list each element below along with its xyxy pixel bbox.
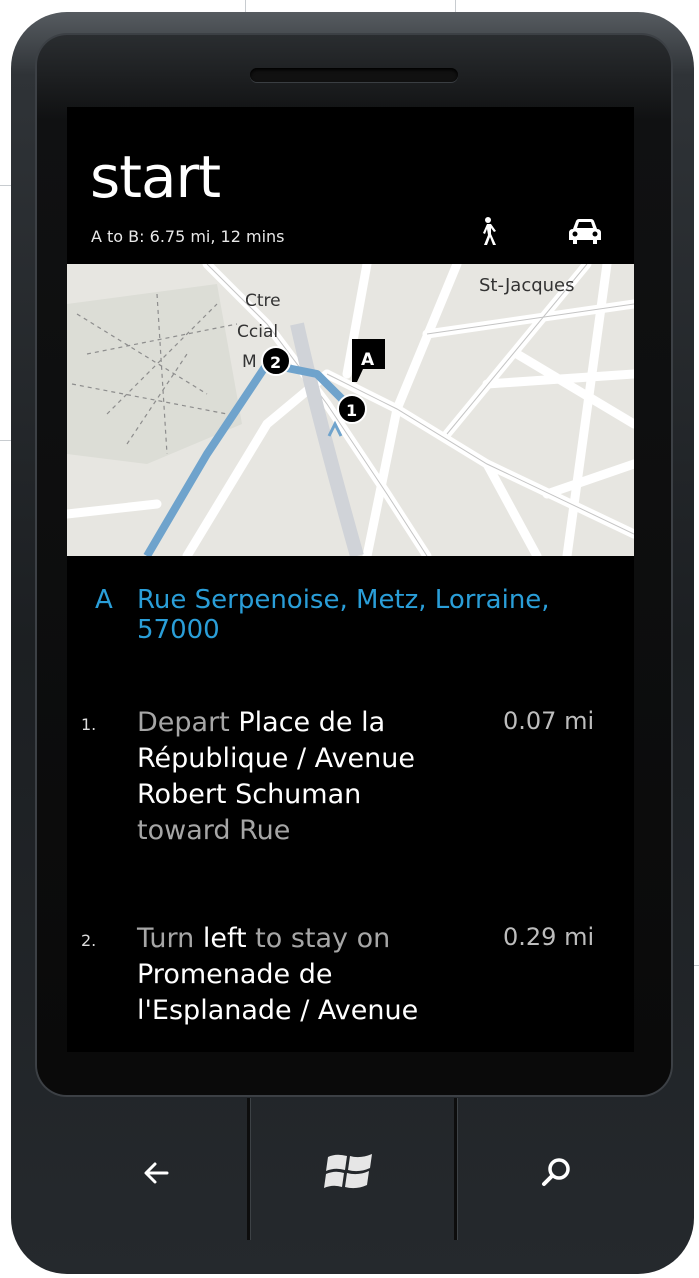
- map-label-ctre: Ctre: [245, 291, 281, 311]
- directions-screen: start A to B: 6.75 mi, 12 mins A 1 2 Ctr…: [67, 107, 634, 1052]
- pin-a-label: A: [361, 350, 375, 370]
- page-title: start: [90, 143, 221, 211]
- map-label-st-jacques: St-Jacques: [479, 275, 575, 296]
- step-action-post: to stay on: [255, 923, 391, 954]
- speaker-grille: [250, 68, 458, 82]
- car-icon[interactable]: [566, 215, 601, 249]
- step-text: Turn left to stay on Promenade de l'Espl…: [137, 921, 437, 1029]
- back-arrow-icon[interactable]: [122, 1138, 192, 1208]
- windows-logo-icon[interactable]: [315, 1138, 385, 1208]
- pin-1-label: 1: [346, 401, 357, 420]
- destination-letter: A: [95, 585, 113, 615]
- pin-2-label: 2: [270, 353, 281, 372]
- step-text: Depart Place de la République / Avenue R…: [137, 705, 437, 849]
- route-summary: A to B: 6.75 mi, 12 mins: [91, 227, 285, 246]
- map-label-ccial: Ccial: [237, 322, 278, 342]
- step-action: Depart: [137, 707, 230, 738]
- step-turn-direction: left: [202, 923, 247, 954]
- map-label-m: M: [242, 352, 257, 372]
- step-street: Promenade de l'Esplanade / Avenue: [137, 959, 419, 1026]
- route-map[interactable]: A 1 2 Ctre Ccial M St-Jacques: [67, 264, 634, 556]
- button-divider: [247, 1098, 250, 1240]
- search-icon[interactable]: [521, 1138, 591, 1208]
- step-distance: 0.29 mi: [503, 923, 595, 951]
- destination-text: Rue Serpenoise, Metz, Lorraine, 57000: [137, 585, 550, 645]
- step-number: 1.: [81, 715, 97, 734]
- step-suffix: toward Rue: [137, 815, 291, 846]
- button-divider: [454, 1098, 457, 1240]
- walk-icon[interactable]: [470, 215, 504, 249]
- step-action: Turn: [137, 923, 195, 954]
- step-number: 2.: [81, 931, 97, 950]
- step-distance: 0.07 mi: [503, 707, 595, 735]
